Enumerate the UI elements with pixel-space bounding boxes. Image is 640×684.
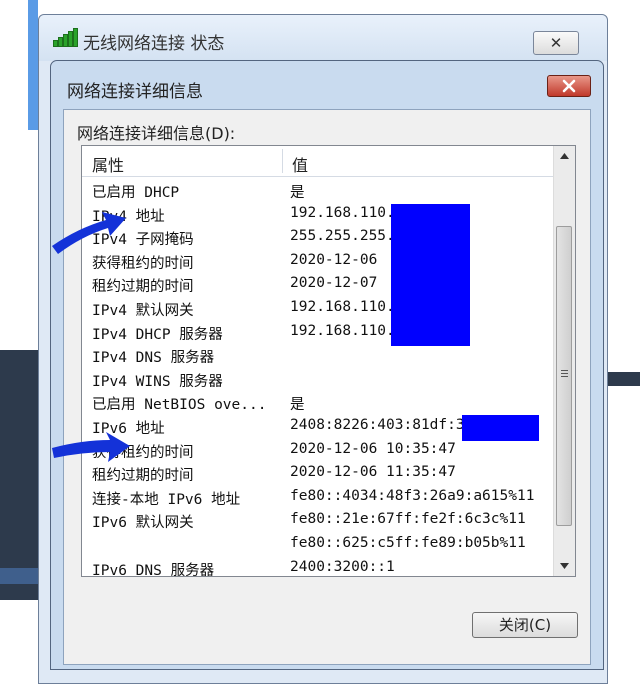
table-row[interactable]: fe80::625:c5ff:fe89:b05b%11 — [82, 533, 554, 557]
table-row[interactable]: IPv6 DNS 服务器 2400:3200::1 — [82, 557, 554, 577]
row-property: IPv4 WINS 服务器 — [92, 373, 223, 390]
background-titlebar: 无线网络连接 状态 ✕ — [39, 15, 607, 61]
scroll-grip-icon — [561, 370, 568, 380]
scroll-up-icon — [560, 153, 569, 159]
table-row[interactable]: 已启用 DHCP 是 — [82, 179, 554, 203]
row-value: 192.168.110. — [290, 204, 395, 221]
details-listbox[interactable]: 属性 值 已启用 DHCP 是 IPv4 地址 192.168.110. IPv4 子网… — [81, 145, 576, 577]
row-value: fe80::21e:67ff:fe2f:6c3c%11 — [290, 511, 526, 528]
background-close-button[interactable]: ✕ — [533, 31, 579, 55]
vertical-scrollbar[interactable] — [553, 146, 575, 576]
row-property: IPv6 默认网关 — [92, 515, 194, 532]
left-sidebar-selected — [0, 568, 38, 584]
row-property: IPv6 DNS 服务器 — [92, 562, 215, 577]
row-property: 已启用 DHCP — [92, 185, 180, 201]
row-value: fe80::4034:48f3:26a9:a615%11 — [290, 487, 535, 504]
network-details-dialog: 网络连接详细信息 网络连接详细信息(D): 属性 值 已启用 DHCP 是 IPv4… — [50, 60, 604, 670]
table-row[interactable]: IPv4 DHCP 服务器 192.168.110. — [82, 321, 554, 345]
table-row[interactable]: 连接-本地 IPv6 地址 fe80::4034:48f3:26a9:a615%1… — [82, 486, 554, 510]
row-property: 已启用 NetBIOS ove... — [92, 397, 267, 414]
left-sidebar-fragment — [0, 350, 38, 600]
close-button[interactable]: 关闭(C) — [472, 612, 578, 638]
table-row[interactable]: IPv4 WINS 服务器 — [82, 368, 554, 392]
table-row[interactable]: IPv4 地址 192.168.110. — [82, 203, 554, 227]
details-rows: 已启用 DHCP 是 IPv4 地址 192.168.110. IPv4 子网掩码 255… — [82, 179, 554, 577]
table-row[interactable]: 获得租约的时间 2020-12-06 — [82, 250, 554, 274]
row-value: 255.255.255. — [290, 228, 395, 245]
row-value: 2020-12-06 11:35:47 — [290, 464, 456, 481]
close-icon — [562, 79, 576, 93]
column-header-value[interactable]: 值 — [292, 152, 308, 176]
table-row[interactable]: 已启用 NetBIOS ove... 是 — [82, 391, 554, 415]
scroll-up-button[interactable] — [554, 146, 575, 166]
row-value: 2020-12-07 — [290, 275, 378, 292]
table-row[interactable]: IPv6 默认网关 fe80::21e:67ff:fe2f:6c3c%11 — [82, 509, 554, 533]
column-divider[interactable] — [282, 149, 283, 173]
table-row[interactable]: IPv4 默认网关 192.168.110. — [82, 297, 554, 321]
row-property: IPv4 DHCP 服务器 — [92, 326, 223, 343]
arrow-pointer-icon — [52, 212, 126, 254]
row-property: IPv4 默认网关 — [92, 302, 194, 319]
table-row[interactable]: 获得租约的时间 2020-12-06 10:35:47 — [82, 439, 554, 463]
dialog-titlebar[interactable]: 网络连接详细信息 — [51, 61, 603, 109]
row-value: 是 — [290, 397, 305, 414]
arrow-pointer-icon — [52, 432, 130, 462]
table-row[interactable]: 租约过期的时间 2020-12-06 11:35:47 — [82, 462, 554, 486]
scroll-down-icon — [560, 563, 569, 569]
dialog-title: 网络连接详细信息 — [67, 82, 203, 102]
table-row[interactable]: IPv4 子网掩码 255.255.255. — [82, 226, 554, 250]
row-value: fe80::625:c5ff:fe89:b05b%11 — [290, 534, 526, 551]
row-value: 192.168.110. — [290, 322, 395, 339]
redaction-block-ipv4 — [391, 204, 470, 346]
row-value: 2020-12-06 — [290, 251, 378, 268]
row-value: 2020-12-06 10:35:47 — [290, 440, 456, 457]
right-table-fragment — [608, 372, 640, 602]
row-value: 是 — [290, 185, 305, 201]
row-property: 连接-本地 IPv6 地址 — [92, 491, 241, 508]
background-desktop-strip — [28, 0, 38, 130]
row-property: 租约过期的时间 — [92, 279, 194, 296]
scroll-down-button[interactable] — [554, 556, 575, 576]
scroll-thumb[interactable] — [556, 226, 572, 526]
table-row[interactable]: IPv4 DNS 服务器 — [82, 344, 554, 368]
row-value: 2408:8226:403:81df:3 — [290, 416, 465, 433]
dialog-body: 网络连接详细信息(D): 属性 值 已启用 DHCP 是 IPv4 地址 192.16… — [63, 109, 591, 665]
redaction-block-ipv6 — [462, 415, 539, 441]
right-table-header — [608, 372, 640, 386]
row-value: 192.168.110. — [290, 298, 395, 315]
row-property: IPv4 DNS 服务器 — [92, 350, 215, 367]
table-row[interactable]: 租约过期的时间 2020-12-07 — [82, 273, 554, 297]
details-list-label: 网络连接详细信息(D): — [77, 124, 236, 143]
dialog-close-x-button[interactable] — [547, 75, 591, 97]
background-window-title: 无线网络连接 状态 — [83, 34, 225, 54]
column-header: 属性 值 — [82, 146, 554, 177]
column-header-property[interactable]: 属性 — [92, 152, 124, 176]
wifi-signal-icon — [53, 28, 78, 47]
row-value: 2400:3200::1 — [290, 558, 395, 575]
